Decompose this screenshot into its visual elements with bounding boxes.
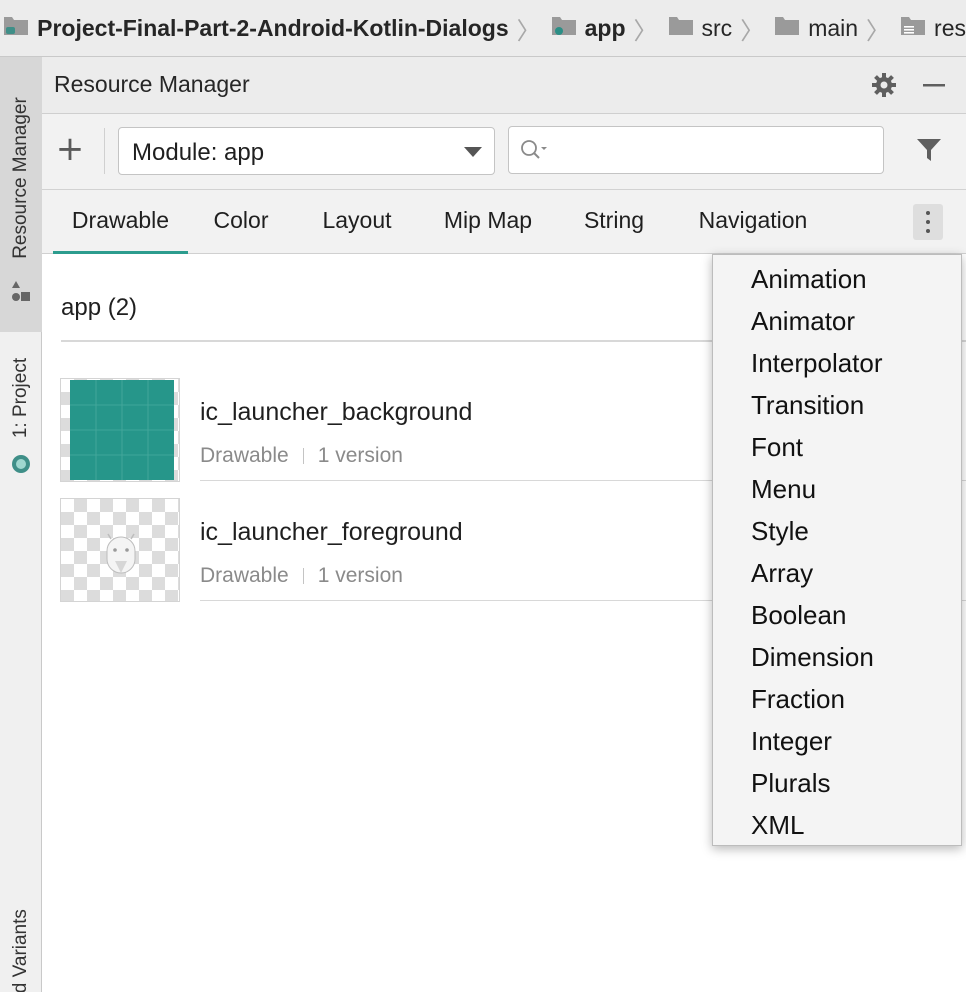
- tool-tab-label: Build Variants: [10, 908, 31, 992]
- teal-background-preview: [70, 380, 174, 480]
- search-icon: [519, 138, 549, 167]
- add-resource-button[interactable]: +: [52, 132, 88, 168]
- breadcrumb-item-project[interactable]: Project-Final-Part-2-Android-Kotlin-Dial…: [3, 0, 509, 56]
- tab-label: Drawable: [71, 207, 170, 233]
- search-input[interactable]: [553, 133, 873, 167]
- folder-icon: [668, 14, 694, 42]
- search-field[interactable]: [508, 126, 884, 174]
- menu-item-xml[interactable]: XML: [713, 804, 961, 846]
- breadcrumb-item-app[interactable]: app: [551, 0, 626, 56]
- breadcrumb-item-main[interactable]: main: [774, 0, 858, 56]
- menu-item-fraction[interactable]: Fraction: [713, 678, 961, 720]
- resource-type: Drawable: [200, 444, 289, 467]
- resource-name: ic_launcher_background: [200, 398, 473, 426]
- breadcrumb-item-res[interactable]: res: [900, 0, 966, 56]
- folder-icon: [774, 14, 800, 42]
- tab-layout[interactable]: Layout: [304, 190, 410, 254]
- breadcrumb: Project-Final-Part-2-Android-Kotlin-Dial…: [0, 0, 966, 57]
- chevron-right-icon: 〉: [740, 16, 765, 45]
- tool-tab-label: Resource Manager: [10, 97, 31, 259]
- resource-name: ic_launcher_foreground: [200, 518, 463, 546]
- more-vertical-icon[interactable]: [913, 204, 943, 240]
- project-folder-icon: [3, 14, 29, 42]
- module-dropdown-value: Module: app: [132, 139, 265, 166]
- menu-item-plurals[interactable]: Plurals: [713, 762, 961, 804]
- tab-color[interactable]: Color: [198, 190, 284, 254]
- android-head-icon: [99, 529, 143, 582]
- breadcrumb-label: Project-Final-Part-2-Android-Kotlin-Dial…: [37, 14, 509, 41]
- dropdown-arrow-icon: [464, 147, 482, 157]
- resource-type: Drawable: [200, 564, 289, 587]
- breadcrumb-label: res: [934, 14, 966, 41]
- toolbar-divider: [104, 128, 105, 174]
- tab-label: Navigation: [698, 207, 808, 233]
- menu-item-interpolator[interactable]: Interpolator: [713, 342, 961, 384]
- resource-meta: Drawable 1 version: [200, 564, 403, 588]
- panel-header: Resource Manager: [42, 57, 966, 114]
- tool-tab-label: 1: Project: [10, 357, 31, 439]
- tool-tab-resource-manager[interactable]: Resource Manager: [0, 57, 42, 332]
- tab-label: Mip Map: [443, 207, 533, 233]
- resource-type-tabs: Drawable Color Layout Mip Map String Nav…: [42, 190, 966, 254]
- breadcrumb-item-src[interactable]: src: [668, 0, 733, 56]
- chevron-right-icon: 〉: [633, 16, 658, 45]
- menu-item-font[interactable]: Font: [713, 426, 961, 468]
- resource-versions: 1 version: [317, 564, 403, 587]
- filter-icon[interactable]: [916, 137, 942, 168]
- resource-versions: 1 version: [317, 444, 403, 467]
- gear-icon[interactable]: [868, 69, 900, 101]
- breadcrumb-label: src: [701, 14, 733, 41]
- tool-window-strip: Resource Manager 1: Project Build Varian…: [0, 57, 42, 992]
- plus-icon: +: [55, 129, 85, 169]
- resource-preview: [60, 378, 180, 482]
- minimize-icon[interactable]: [918, 69, 950, 101]
- android-icon: [11, 454, 31, 479]
- menu-item-integer[interactable]: Integer: [713, 720, 961, 762]
- resource-meta: Drawable 1 version: [200, 444, 403, 468]
- chevron-right-icon: 〉: [516, 16, 541, 45]
- tab-navigation[interactable]: Navigation: [684, 190, 822, 254]
- tool-tab-build-variants[interactable]: Build Variants: [0, 877, 42, 992]
- more-resource-types-menu: Animation Animator Interpolator Transiti…: [712, 254, 962, 846]
- menu-item-menu[interactable]: Menu: [713, 468, 961, 510]
- resource-preview: [60, 498, 180, 602]
- menu-item-array[interactable]: Array: [713, 552, 961, 594]
- menu-item-transition[interactable]: Transition: [713, 384, 961, 426]
- resource-manager-icon: [10, 279, 32, 308]
- module-dropdown[interactable]: Module: app: [118, 127, 495, 175]
- menu-item-dimension[interactable]: Dimension: [713, 636, 961, 678]
- panel-title: Resource Manager: [54, 71, 250, 97]
- tab-mip-map[interactable]: Mip Map: [428, 190, 548, 254]
- tab-string[interactable]: String: [570, 190, 658, 254]
- tab-label: Color: [213, 207, 269, 233]
- menu-item-animation[interactable]: Animation: [713, 258, 961, 300]
- breadcrumb-label: app: [584, 14, 626, 41]
- tab-label: Layout: [322, 207, 392, 233]
- tool-tab-project[interactable]: 1: Project: [0, 342, 42, 482]
- module-folder-icon: [551, 14, 577, 42]
- chevron-right-icon: 〉: [866, 16, 891, 45]
- menu-item-style[interactable]: Style: [713, 510, 961, 552]
- menu-item-animator[interactable]: Animator: [713, 300, 961, 342]
- group-title: app (2): [61, 294, 138, 321]
- resource-toolbar: + Module: app: [42, 114, 966, 190]
- resource-folder-icon: [900, 14, 926, 42]
- menu-item-boolean[interactable]: Boolean: [713, 594, 961, 636]
- breadcrumb-label: main: [808, 14, 859, 41]
- tab-label: String: [583, 207, 645, 233]
- tab-drawable[interactable]: Drawable: [53, 190, 188, 254]
